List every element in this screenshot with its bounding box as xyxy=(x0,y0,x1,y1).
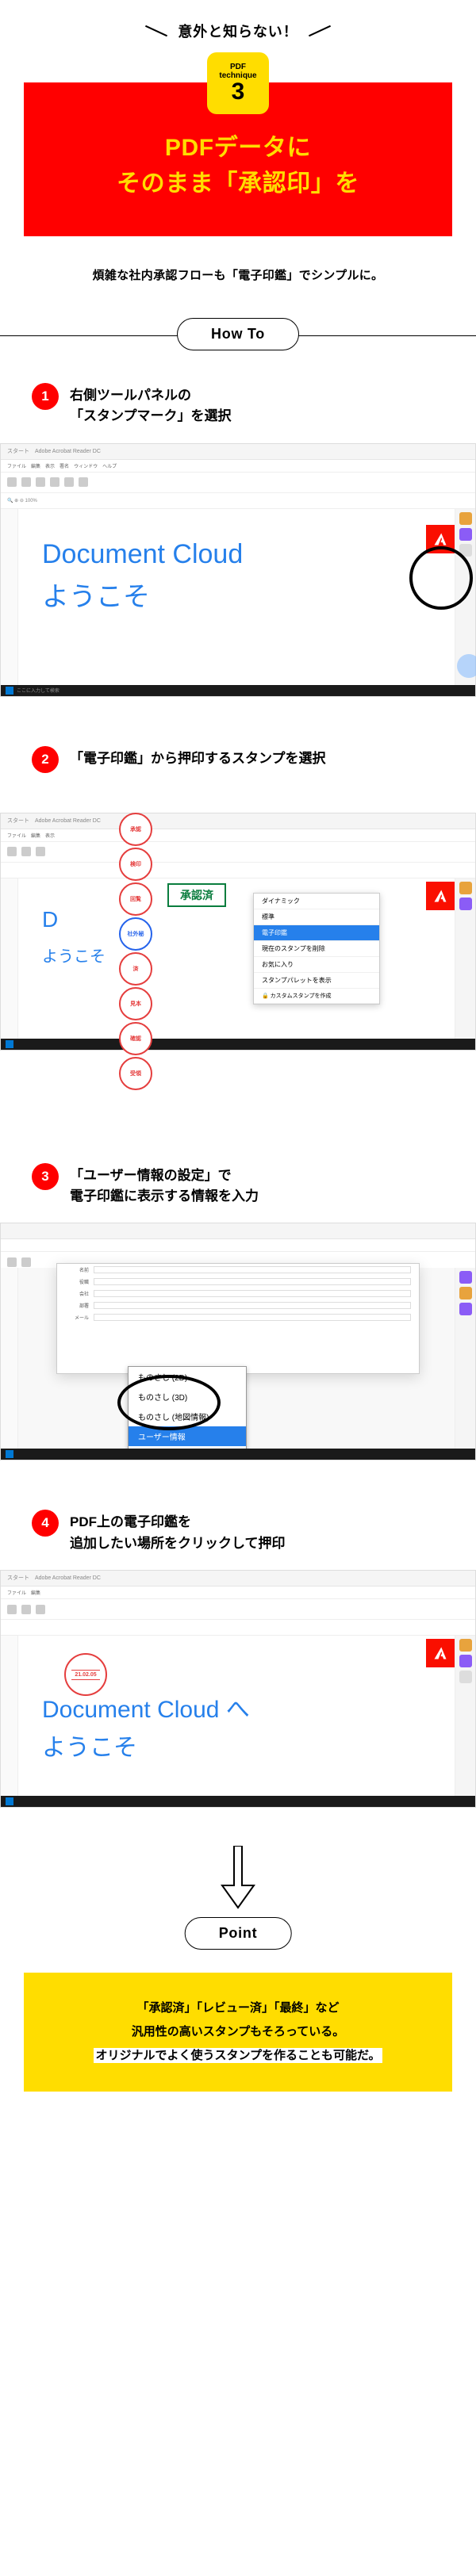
lead-text: 煩雑な社内承認フローも「電子印鑑」でシンプルに。 xyxy=(0,236,476,318)
step-num: 1 xyxy=(32,383,59,410)
step-num: 4 xyxy=(32,1510,59,1537)
step-1: 1 右側ツールパネルの 「スタンプマーク」を選択 xyxy=(0,353,476,443)
point-box: 「承認済」「レビュー済」「最終」など 汎用性の高いスタンプもそろっている。 オリ… xyxy=(24,1973,452,2092)
eyebrow-text: 意外と知らない！ xyxy=(178,21,298,41)
point-label: Point xyxy=(185,1917,292,1950)
step-2: 2 「電子印鑑」から押印するスタンプを選択 xyxy=(0,716,476,789)
app-subtoolbar[interactable]: 🔍 ⊕ ⊖ 100% xyxy=(1,493,475,509)
screenshot-4: スタート Adobe Acrobat Reader DC ファイル編集 Docu… xyxy=(0,1570,476,1808)
screenshot-2: スタート Adobe Acrobat Reader DC ファイル編集表示 Dよ… xyxy=(0,813,476,1114)
eyebrow: 意外と知らない！ xyxy=(0,0,476,52)
point-line-3: オリジナルでよく使うスタンプを作ることも可能だ。 xyxy=(94,2048,382,2063)
user-info-item[interactable]: ユーザー情報 xyxy=(129,1426,246,1446)
arrow-down-icon xyxy=(0,1827,476,1917)
cursor-indicator xyxy=(457,654,476,678)
stamp-menu[interactable]: ダイナミック 標準 電子印鑑 現在のスタンプを削除 お気に入り スタンプパレット… xyxy=(253,893,380,1005)
point-line-1: 「承認済」「レビュー済」「最終」など xyxy=(136,2001,339,2015)
stamp-tool-icon[interactable] xyxy=(459,528,472,541)
screenshot-1: スタート Adobe Acrobat Reader DC ファイル編集表示署名ウ… xyxy=(0,443,476,697)
step-text: 右側ツールパネルの 「スタンプマーク」を選択 xyxy=(70,383,232,427)
step-3: 3 「ユーザー情報の設定」で 電子印鑑に表示する情報を入力 xyxy=(0,1133,476,1223)
step-text: 「電子印鑑」から押印するスタンプを選択 xyxy=(70,746,326,773)
doc-heading: Document Cloudようこそ xyxy=(42,533,431,619)
category-list[interactable]: ものさし (2D) ものさし (3D) ものさし (地図情報) ユーザー情報 レ… xyxy=(128,1366,247,1460)
stamp-palette[interactable]: 承認 検印 回覧 社外秘 済 見本 確認 受領 xyxy=(119,813,163,1114)
technique-badge: PDF technique 3 xyxy=(0,52,476,114)
step-num: 3 xyxy=(32,1163,59,1190)
left-panel[interactable] xyxy=(1,509,18,685)
step-4: 4 PDF上の電子印鑑を 追加したい場所をクリックして押印 xyxy=(0,1479,476,1570)
badge-number: 3 xyxy=(232,80,245,104)
screenshot-3: 名前 役職 会社 部署 メール ものさし (2D) ものさし (3D) ものさし… xyxy=(0,1223,476,1460)
howto-label: How To xyxy=(177,318,299,350)
document-area[interactable]: Document Cloudようこそ xyxy=(18,509,455,685)
adobe-logo xyxy=(426,525,455,553)
hero-title: PDFデータに そのまま「承認印」を xyxy=(40,130,436,201)
app-toolbar[interactable] xyxy=(1,473,475,493)
approved-stamp: 承認済 xyxy=(167,883,226,907)
point-divider: Point xyxy=(0,1917,476,1952)
step-text: PDF上の電子印鑑を 追加したい場所をクリックして押印 xyxy=(70,1510,286,1554)
step-num: 2 xyxy=(32,746,59,773)
step-text: 「ユーザー情報の設定」で 電子印鑑に表示する情報を入力 xyxy=(70,1163,259,1208)
preferences-dialog[interactable]: 名前 役職 会社 部署 メール xyxy=(56,1263,420,1374)
placed-stamp[interactable]: 21.02.05 xyxy=(64,1653,107,1696)
howto-divider: How To xyxy=(0,318,476,353)
app-menubar[interactable]: ファイル編集表示署名ウィンドウヘルプ xyxy=(1,460,475,473)
digital-seal-item[interactable]: 電子印鑑 xyxy=(254,925,379,941)
point-line-2: 汎用性の高いスタンプもそろっている。 xyxy=(132,2025,345,2038)
window-title: スタート Adobe Acrobat Reader DC xyxy=(1,444,475,460)
taskbar[interactable]: ここに入力して検索 xyxy=(1,685,475,696)
badge-label: PDF technique xyxy=(219,63,256,80)
